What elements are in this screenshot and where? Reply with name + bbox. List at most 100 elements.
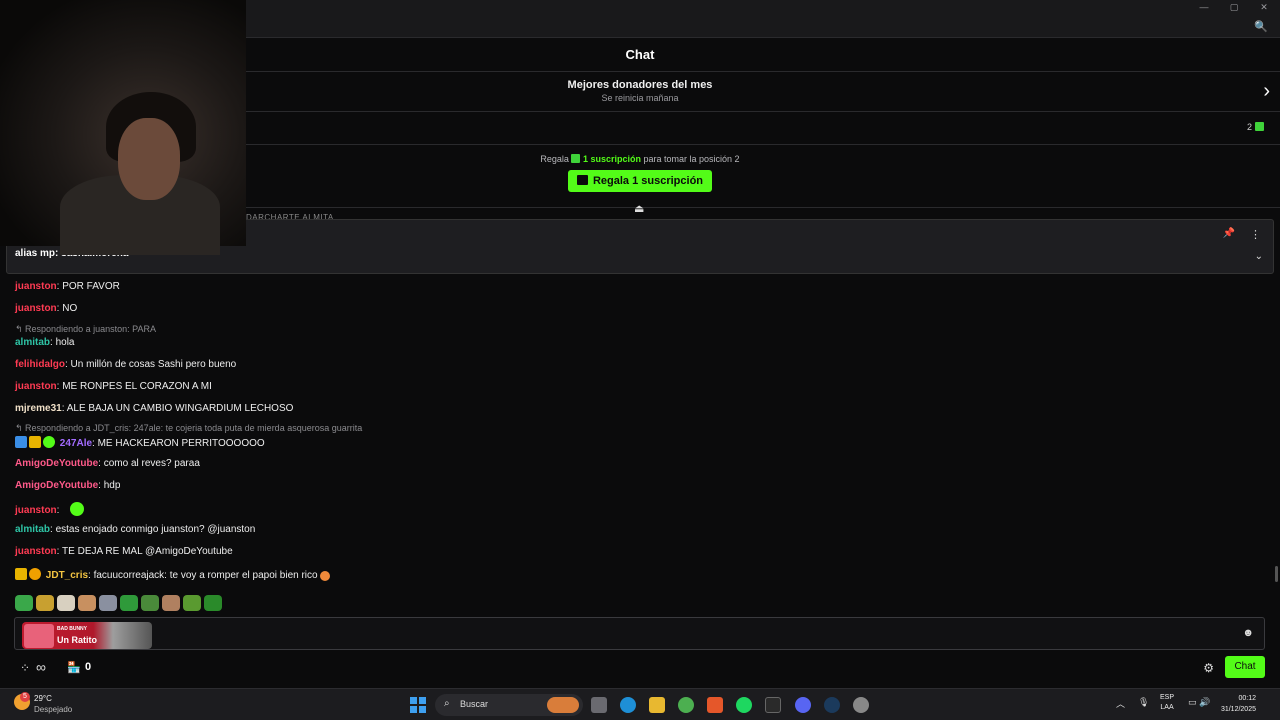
infinity-icon[interactable]: ∞ [36, 659, 46, 675]
chat-username[interactable]: AmigoDeYoutube [15, 480, 98, 491]
chat-text: : ME RONPES EL CORAZON A MI [56, 381, 212, 392]
weather-desc: Despejado [34, 705, 73, 714]
reply-context[interactable]: ↰ Respondiendo a juanston: PARA [15, 324, 156, 335]
now-playing-widget[interactable]: BAD BUNNY Un Ratito [22, 622, 152, 649]
chat-scrollbar[interactable] [1275, 566, 1278, 582]
close-button[interactable]: ✕ [1256, 2, 1272, 14]
crown-badge-icon [29, 436, 41, 448]
brave-icon[interactable] [707, 697, 723, 713]
gift-prompt-highlight: 1 suscripción [582, 154, 641, 164]
chat-username[interactable]: JDT_cris [46, 570, 88, 581]
chat-text: : hola [50, 337, 75, 348]
chat-username[interactable]: juanston [15, 505, 57, 516]
chat-message: AmigoDeYoutube: como al reves? paraa [15, 458, 200, 469]
chat-message: felihidalgo: Un millón de cosas Sashi pe… [15, 359, 236, 370]
gift-button-label: Regala 1 suscripción [592, 175, 704, 187]
corn-emote-icon[interactable] [36, 594, 54, 611]
collapse-icon[interactable]: ⏏ [634, 202, 644, 215]
chevron-down-icon[interactable]: ⌄ [1255, 251, 1263, 262]
chat-text: : POR FAVOR [56, 281, 120, 292]
steam-icon[interactable] [824, 697, 840, 713]
tray-overflow-icon[interactable]: ︿ [1116, 697, 1125, 710]
feet-emote-icon[interactable] [57, 594, 75, 611]
spotify-icon[interactable] [736, 697, 752, 713]
more-options-icon[interactable]: ⋮ [1250, 228, 1261, 241]
frog-emote-icon[interactable] [120, 594, 138, 611]
car-emote-icon[interactable] [141, 594, 159, 611]
weather-badge: 5 [20, 692, 30, 702]
chat-text: : NO [56, 303, 78, 314]
chat-bottom-bar: ⁘ ∞ 🏪 0 ⚙ Chat [0, 654, 1280, 684]
chat-message: 247Ale: ME HACKEARON PERRITOOOOOO [15, 436, 265, 449]
chat-text: : hdp [98, 480, 121, 491]
app-icon[interactable] [853, 697, 869, 713]
chat-username[interactable]: juanston [15, 281, 57, 292]
gear-icon[interactable]: ⚙ [1203, 661, 1214, 675]
pin-icon[interactable]: 📌 [1223, 228, 1235, 239]
number-badge-icon [29, 568, 41, 580]
windows-start-icon[interactable] [410, 697, 426, 713]
chat-username[interactable]: 247Ale [60, 438, 92, 449]
heart-eyes-emoji-icon [320, 571, 331, 581]
store-icon[interactable]: 🏪 [67, 661, 81, 674]
gift-icon [571, 154, 581, 163]
chat-message: juanston: POR FAVOR [15, 281, 120, 292]
maximize-button[interactable]: ▢ [1226, 2, 1242, 14]
windows-taskbar: 5 29°C Despejado ⌕ Buscar ︿ 🎙 ESP LAA ▭ … [0, 688, 1280, 720]
turtle-emote-icon[interactable] [183, 594, 201, 611]
edge-icon[interactable] [620, 697, 636, 713]
network-volume-icon[interactable]: ▭ 🔊 [1188, 697, 1210, 708]
search-highlight-icon [547, 697, 579, 713]
chat-text: : TE DEJA RE MAL @AmigoDeYoutube [56, 546, 233, 557]
sparkle-badge-icon [43, 436, 55, 448]
chat-message: mjreme31: ALE BAJA UN CAMBIO WINGARDIUM … [15, 403, 293, 414]
clock-time: 00:12 [1238, 695, 1256, 702]
minimize-button[interactable]: — [1196, 2, 1212, 14]
chat-username[interactable]: AmigoDeYoutube [15, 458, 98, 469]
chat-input[interactable] [14, 617, 1265, 650]
globe-emote-icon[interactable] [15, 594, 33, 611]
crown-badge-icon [15, 568, 27, 580]
dots-icon[interactable]: ⁘ [20, 661, 30, 675]
now-playing-artist: BAD BUNNY [57, 626, 87, 632]
chat-send-button[interactable]: Chat [1225, 656, 1265, 678]
search-icon: ⌕ [444, 698, 450, 709]
chat-username[interactable]: almitab [15, 337, 50, 348]
webcam-overlay [0, 0, 246, 255]
chat-username[interactable]: juanston [15, 303, 57, 314]
robot-emote-icon[interactable] [99, 594, 117, 611]
dog-emote-icon[interactable] [162, 594, 180, 611]
emoji-picker-icon[interactable]: ☻ [1242, 627, 1254, 639]
store-count: 0 [85, 661, 92, 673]
face-emote-icon[interactable] [78, 594, 96, 611]
gift-icon [576, 175, 588, 185]
language-indicator[interactable]: ESP LAA [1160, 693, 1174, 713]
chevron-right-icon[interactable]: › [1263, 80, 1270, 103]
clock-date: 31/12/2025 [1220, 706, 1256, 713]
chat-text: : estas enojado conmigo juanston? @juans… [50, 524, 256, 535]
chat-app-window: — ▢ ✕ 🔍 Chat Mejores donadores del mes S… [0, 0, 1280, 688]
tool-badge-icon [15, 436, 27, 448]
reply-context[interactable]: ↰ Respondiendo a JDT_cris: 247ale: te co… [15, 423, 362, 434]
microphone-icon[interactable]: 🎙 [1138, 697, 1149, 708]
chat-text: : ME HACKEARON PERRITOOOOOO [92, 438, 265, 449]
task-view-icon[interactable] [591, 697, 607, 713]
gift-subscription-button[interactable]: Regala 1 suscripción [567, 170, 713, 192]
taskbar-search[interactable]: ⌕ Buscar [435, 694, 583, 716]
chat-username[interactable]: juanston [15, 546, 57, 557]
chat-username[interactable]: felihidalgo [15, 359, 65, 370]
chat-username[interactable]: juanston [15, 381, 57, 392]
chrome-icon[interactable] [678, 697, 694, 713]
esta-bara-emote-icon[interactable] [204, 594, 222, 611]
discord-icon[interactable] [795, 697, 811, 713]
file-explorer-icon[interactable] [649, 697, 665, 713]
chat-username[interactable]: mjreme31 [15, 403, 62, 414]
quick-emote-bar [15, 594, 225, 612]
chat-text: : Un millón de cosas Sashi pero bueno [65, 359, 237, 370]
webcam-person-face [118, 118, 180, 200]
epic-games-icon[interactable] [765, 697, 781, 713]
chat-username[interactable]: almitab [15, 524, 50, 535]
green-face-emote-icon [70, 502, 85, 516]
zoom-icon[interactable]: 🔍 [1254, 20, 1268, 33]
system-clock[interactable]: 00:12 31/12/2025 [1221, 693, 1256, 715]
